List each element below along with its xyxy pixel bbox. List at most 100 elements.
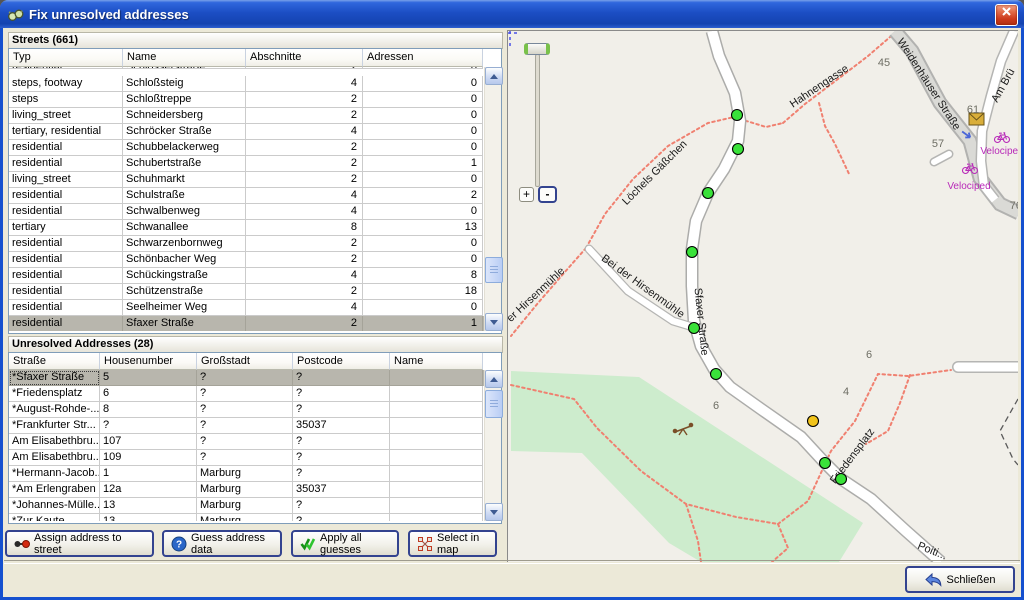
cell-postcode: ?	[293, 466, 390, 482]
resolved-node[interactable]	[703, 188, 714, 199]
column-header-strasse[interactable]: Straße	[9, 353, 100, 370]
table-row[interactable]: *Hermann-Jacob... 1 Marburg ?	[9, 466, 485, 482]
cell-abschnitte: 2	[246, 284, 363, 300]
scroll-up-button[interactable]	[485, 67, 503, 85]
column-header-typ[interactable]: Typ	[9, 49, 123, 67]
table-row[interactable]: tertiary Schwanallee 8 13	[9, 220, 485, 236]
close-button[interactable]	[995, 4, 1018, 26]
column-header-name[interactable]: Name	[390, 353, 483, 370]
zoom-in-button[interactable]: +	[519, 187, 534, 202]
table-row[interactable]: residential Schönbacher Weg 2 0	[9, 252, 485, 268]
table-row[interactable]: residential Schwarzenbornweg 2 0	[9, 236, 485, 252]
column-header-housenumber[interactable]: Housenumber	[100, 353, 197, 370]
table-row[interactable]: Am Elisabethbru... 109 ? ?	[9, 450, 485, 466]
cell-typ: residential	[9, 236, 123, 252]
table-row[interactable]: residential Schückingstraße 4 8	[9, 268, 485, 284]
cell-name: Schulstraße	[123, 188, 246, 204]
table-row[interactable]: steps, footway Schloßsteig 4 0	[9, 76, 485, 92]
road-spur[interactable]	[934, 154, 949, 162]
resolved-node[interactable]	[689, 323, 700, 334]
table-row[interactable]: tertiary, residential Schröcker Straße 4…	[9, 124, 485, 140]
street-label: er Hirsenmühle	[508, 265, 567, 325]
cell-grossstadt: ?	[197, 386, 293, 402]
column-header-adressen[interactable]: Adressen	[363, 49, 483, 67]
table-row[interactable]: *August-Rohde-... 8 ? ?	[9, 402, 485, 418]
cell-abschnitte: 2	[246, 236, 363, 252]
house-number: 45	[878, 57, 890, 69]
column-header-abschnitte[interactable]: Abschnitte	[246, 49, 363, 67]
cell-housenumber: ?	[100, 418, 197, 434]
table-row[interactable]: living_street Schneidersberg 2 0	[9, 108, 485, 124]
unresolved-node[interactable]	[808, 416, 819, 427]
title-bar[interactable]: Fix unresolved addresses	[0, 0, 1024, 28]
resolved-node[interactable]	[733, 144, 744, 155]
guess-address-data-button[interactable]: ? Guess address data	[162, 530, 282, 557]
table-row[interactable]: *Sfaxer Straße 5 ? ?	[9, 370, 485, 386]
scroll-down-button[interactable]	[485, 313, 503, 331]
cell-grossstadt: Marburg	[197, 514, 293, 521]
table-row[interactable]: *Friedensplatz 6 ? ?	[9, 386, 485, 402]
scroll-up-button[interactable]	[485, 370, 503, 388]
resolved-node[interactable]	[836, 474, 847, 485]
table-row[interactable]: residential Schubbelackerweg 2 0	[9, 140, 485, 156]
table-row[interactable]: steps Schloßtreppe 2 0	[9, 92, 485, 108]
resolved-node[interactable]	[820, 458, 831, 469]
cell-name: Schückingstraße	[123, 268, 246, 284]
cell-housenumber: 107	[100, 434, 197, 450]
map-panel[interactable]: Löchels Gäßchen Hahnengasse Weidenhäuser…	[507, 30, 1018, 562]
map-canvas[interactable]: Löchels Gäßchen Hahnengasse Weidenhäuser…	[508, 31, 1018, 562]
cell-name: Schönbacher Weg	[123, 252, 246, 268]
cell-abschnitte: 4	[246, 188, 363, 204]
zoom-out-button[interactable]: -	[538, 186, 557, 203]
cell-housenumber: 6	[100, 386, 197, 402]
table-row[interactable]: residential Schlosserstraße 2 0	[9, 67, 485, 76]
column-header-name[interactable]: Name	[123, 49, 246, 67]
cell-typ: residential	[9, 284, 123, 300]
schliessen-button[interactable]: Schließen	[905, 566, 1015, 593]
cell-abschnitte: 2	[246, 108, 363, 124]
cell-grossstadt: Marburg	[197, 498, 293, 514]
cell-adressen: 0	[363, 140, 483, 156]
column-header-grossstadt[interactable]: Großstadt	[197, 353, 293, 370]
table-row[interactable]: Am Elisabethbru... 107 ? ?	[9, 434, 485, 450]
table-row[interactable]: residential Schubertstraße 2 1	[9, 156, 485, 172]
table-row[interactable]: living_street Schuhmarkt 2 0	[9, 172, 485, 188]
table-row[interactable]: residential Schwalbenweg 4 0	[9, 204, 485, 220]
cell-housenumber: 13	[100, 498, 197, 514]
streets-scrollbar[interactable]	[484, 67, 501, 331]
addresses-table: Straße Housenumber Großstadt Postcode Na…	[8, 352, 502, 524]
table-row[interactable]: *Zur Kaute 13 Marburg ?	[9, 514, 485, 521]
cell-housenumber: 8	[100, 402, 197, 418]
scroll-down-button[interactable]	[485, 503, 503, 521]
cell-abschnitte: 2	[246, 67, 363, 69]
scrollbar-thumb[interactable]	[485, 257, 503, 283]
cell-name: Schuhmarkt	[123, 172, 246, 188]
cell-typ: steps, footway	[9, 76, 123, 92]
cell-strasse: *Sfaxer Straße	[9, 370, 100, 386]
cell-name: Seelheimer Weg	[123, 300, 246, 316]
table-row[interactable]: *Frankfurter Str... ? ? 35037	[9, 418, 485, 434]
cell-postcode: ?	[293, 402, 390, 418]
assign-address-to-street-button[interactable]: Assign address to street	[5, 530, 154, 557]
table-row[interactable]: residential Sfaxer Straße 2 1	[9, 316, 485, 331]
close-icon	[1001, 6, 1012, 17]
select-in-map-button[interactable]: Select in map	[408, 530, 497, 557]
column-header-postcode[interactable]: Postcode	[293, 353, 390, 370]
resolved-node[interactable]	[687, 247, 698, 258]
resolved-node[interactable]	[711, 369, 722, 380]
table-row[interactable]: residential Schützenstraße 2 18	[9, 284, 485, 300]
table-row[interactable]: *Am Erlengraben 12a Marburg 35037	[9, 482, 485, 498]
cell-grossstadt: Marburg	[197, 482, 293, 498]
zoom-slider-handle[interactable]	[524, 43, 550, 55]
resolved-node[interactable]	[732, 110, 743, 121]
table-row[interactable]: *Johannes-Mülle... 13 Marburg ?	[9, 498, 485, 514]
addresses-scrollbar[interactable]	[484, 370, 501, 521]
cell-name	[390, 370, 483, 386]
cell-name	[390, 482, 483, 498]
zoom-slider-track[interactable]	[535, 54, 540, 187]
table-row[interactable]: residential Seelheimer Weg 4 0	[9, 300, 485, 316]
apply-all-guesses-button[interactable]: Apply all guesses	[291, 530, 399, 557]
table-row[interactable]: residential Schulstraße 4 2	[9, 188, 485, 204]
scrollbar-thumb[interactable]	[485, 390, 503, 418]
cell-postcode: 35037	[293, 418, 390, 434]
